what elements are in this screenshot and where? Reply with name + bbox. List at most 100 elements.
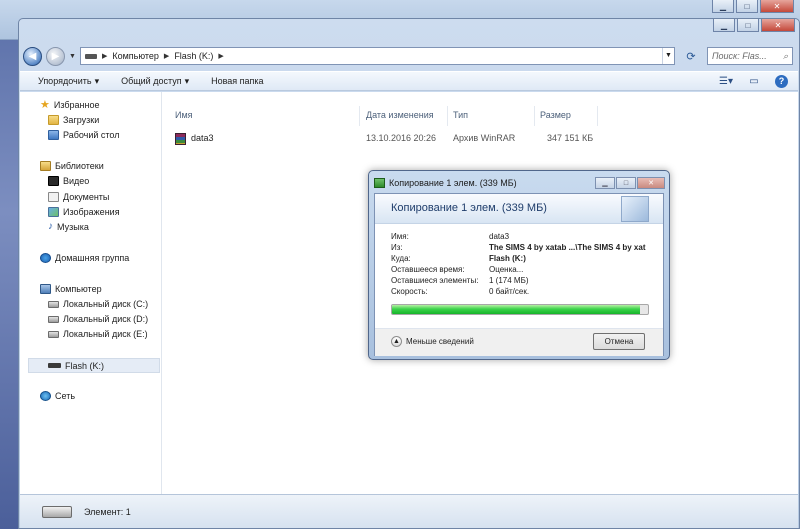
nav-label: Документы bbox=[63, 192, 110, 202]
forward-button[interactable]: ▶ bbox=[46, 46, 65, 66]
chevron-right-icon[interactable]: ▶ bbox=[218, 52, 223, 60]
to-value[interactable]: Flash (K:) bbox=[489, 254, 526, 263]
close-button[interactable]: ✕ bbox=[761, 19, 795, 32]
file-name: data3 bbox=[191, 133, 214, 143]
nav-documents[interactable]: Документы bbox=[48, 192, 109, 202]
network-icon bbox=[40, 391, 51, 401]
items-value: 1 (174 МБ) bbox=[489, 276, 529, 285]
organize-label: Упорядочить bbox=[38, 76, 92, 86]
computer-icon bbox=[40, 284, 51, 294]
background-window-controls: ▁ □ ✕ bbox=[712, 0, 794, 13]
preview-pane-icon[interactable]: ▭ bbox=[747, 75, 761, 87]
file-size: 347 151 КБ bbox=[547, 133, 594, 143]
nav-libraries[interactable]: Библиотеки bbox=[40, 161, 104, 171]
hard-disk-icon bbox=[48, 315, 59, 323]
new-folder-button[interactable]: Новая папка bbox=[211, 76, 263, 86]
nav-label: Видео bbox=[63, 176, 90, 186]
name-value: data3 bbox=[489, 232, 510, 241]
less-details-button[interactable]: ▲ Меньше сведений bbox=[391, 336, 474, 347]
nav-computer[interactable]: Компьютер bbox=[40, 284, 102, 294]
address-end: ▼ bbox=[662, 48, 674, 64]
bg-maximize-button[interactable]: □ bbox=[736, 0, 758, 13]
items-label: Оставшиеся элементы: bbox=[391, 276, 479, 285]
dialog-close-button[interactable]: ✕ bbox=[637, 177, 665, 189]
breadcrumb-flash[interactable]: Flash (K:) bbox=[174, 51, 213, 61]
chevron-down-icon: ▾ bbox=[184, 75, 190, 86]
nav-flash[interactable]: Flash (K:) bbox=[28, 358, 160, 373]
libraries-icon bbox=[40, 161, 51, 171]
address-dropdown-icon[interactable]: ▼ bbox=[662, 48, 674, 64]
search-input[interactable]: Поиск: Flas... ⌕ bbox=[707, 47, 793, 65]
minimize-button[interactable]: ▁ bbox=[713, 19, 735, 32]
copy-dialog: Копирование 1 элем. (339 МБ) ▁ □ ✕ Копир… bbox=[368, 170, 670, 360]
nav-label: Избранное bbox=[53, 100, 100, 110]
share-button[interactable]: Общий доступ ▾ bbox=[121, 76, 189, 87]
search-icon[interactable]: ⌕ bbox=[783, 51, 788, 62]
column-separator[interactable] bbox=[447, 106, 448, 126]
chevron-right-icon[interactable]: ▶ bbox=[164, 52, 169, 60]
nav-disk-d[interactable]: Локальный диск (D:) bbox=[48, 314, 148, 324]
organize-button[interactable]: Упорядочить ▾ bbox=[38, 76, 99, 87]
column-header-size[interactable]: Размер bbox=[540, 110, 571, 120]
toolbar-right: ☰▾ ▭ ? bbox=[719, 74, 798, 88]
flash-drive-icon bbox=[48, 363, 61, 368]
nav-disk-e[interactable]: Локальный диск (E:) bbox=[48, 329, 148, 339]
speed-value: 0 байт/сек. bbox=[489, 287, 530, 296]
file-row[interactable]: data3 13.10.2016 20:26 Архив WinRAR 347 … bbox=[175, 131, 595, 147]
address-bar[interactable]: ▶ Компьютер ▶ Flash (K:) ▶ ▼ bbox=[79, 47, 675, 65]
drive-icon bbox=[84, 53, 97, 59]
nav-desktop[interactable]: Рабочий стол bbox=[48, 130, 120, 140]
breadcrumb-computer[interactable]: Компьютер bbox=[112, 51, 159, 61]
bg-close-button[interactable]: ✕ bbox=[760, 0, 794, 13]
flash-drive-icon bbox=[42, 505, 72, 518]
documents-icon bbox=[48, 192, 59, 202]
maximize-button[interactable]: □ bbox=[737, 19, 759, 32]
nav-network[interactable]: Сеть bbox=[40, 391, 75, 401]
bg-minimize-button[interactable]: ▁ bbox=[712, 0, 734, 13]
nav-label: Компьютер bbox=[55, 284, 102, 294]
nav-homegroup[interactable]: Домашняя группа bbox=[40, 253, 129, 263]
dialog-minimize-button[interactable]: ▁ bbox=[595, 177, 615, 189]
dialog-maximize-button[interactable]: □ bbox=[616, 177, 636, 189]
navigation-pane: ★ Избранное Загрузки Рабочий стол Библио… bbox=[20, 92, 162, 494]
cancel-button[interactable]: Отмена bbox=[593, 333, 645, 350]
help-icon[interactable]: ? bbox=[775, 74, 788, 88]
images-icon bbox=[48, 207, 59, 217]
back-button[interactable]: ◀ bbox=[23, 46, 42, 66]
nav-downloads[interactable]: Загрузки bbox=[48, 115, 99, 125]
time-label: Оставшееся время: bbox=[391, 265, 465, 274]
command-bar: Упорядочить ▾ Общий доступ ▾ Новая папка… bbox=[20, 71, 798, 91]
nav-favorites[interactable]: ★ Избранное bbox=[40, 99, 100, 111]
new-folder-label: Новая папка bbox=[211, 76, 264, 86]
nav-label: Локальный диск (E:) bbox=[63, 329, 148, 339]
recent-pages-dropdown[interactable]: ▼ bbox=[69, 53, 76, 60]
dialog-titlebar[interactable]: Копирование 1 элем. (339 МБ) ▁ □ ✕ bbox=[374, 176, 665, 190]
column-separator[interactable] bbox=[534, 106, 535, 126]
from-value[interactable]: The SIMS 4 by xatab ...\The SIMS 4 by xa… bbox=[489, 243, 646, 252]
view-options-icon[interactable]: ☰▾ bbox=[719, 75, 733, 87]
nav-disk-c[interactable]: Локальный диск (C:) bbox=[48, 299, 148, 309]
hard-disk-icon bbox=[48, 330, 59, 338]
nav-label: Рабочий стол bbox=[63, 130, 120, 140]
column-separator[interactable] bbox=[597, 106, 598, 126]
nav-label: Локальный диск (C:) bbox=[63, 299, 149, 309]
column-header-date[interactable]: Дата изменения bbox=[366, 110, 434, 120]
dialog-controls: ▁ □ ✕ bbox=[595, 177, 665, 189]
nav-images[interactable]: Изображения bbox=[48, 207, 120, 217]
nav-label: Изображения bbox=[63, 207, 120, 217]
column-separator[interactable] bbox=[359, 106, 360, 126]
progress-fill bbox=[392, 305, 641, 314]
dialog-footer: ▲ Меньше сведений Отмена bbox=[375, 328, 663, 356]
column-header-type[interactable]: Тип bbox=[453, 110, 468, 120]
star-icon: ★ bbox=[40, 99, 50, 111]
chevron-up-icon: ▲ bbox=[391, 336, 402, 347]
downloads-folder-icon bbox=[48, 115, 59, 125]
nav-music[interactable]: ♪ Музыка bbox=[48, 222, 89, 233]
refresh-icon[interactable]: ⟳ bbox=[679, 47, 703, 65]
chevron-right-icon[interactable]: ▶ bbox=[102, 52, 107, 60]
column-header-name[interactable]: Имя bbox=[175, 110, 193, 120]
hard-disk-icon bbox=[48, 300, 59, 308]
video-icon bbox=[48, 176, 59, 186]
nav-video[interactable]: Видео bbox=[48, 176, 89, 186]
dialog-title: Копирование 1 элем. (339 МБ) bbox=[389, 178, 517, 188]
